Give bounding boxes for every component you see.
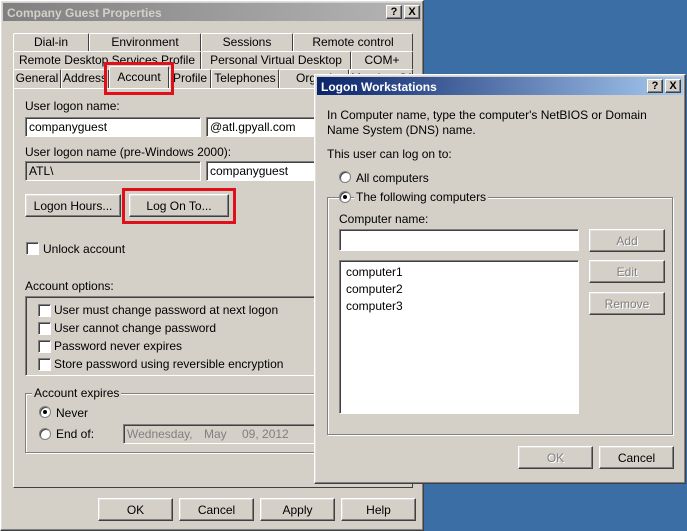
tab-telephones[interactable]: Telephones: [211, 69, 279, 88]
domain-dropdown[interactable]: @atl.gpyall.com: [206, 117, 316, 137]
tab-environment[interactable]: Environment: [89, 33, 201, 51]
user-logon-input[interactable]: companyguest: [25, 117, 201, 137]
tab-general[interactable]: General: [13, 69, 61, 88]
option-reversible-checkbox[interactable]: [38, 358, 51, 371]
unlock-checkbox[interactable]: [26, 242, 39, 255]
tab-dial-in[interactable]: Dial-in: [13, 33, 89, 51]
list-item[interactable]: computer2: [346, 281, 572, 298]
computer-name-label: Computer name:: [339, 212, 429, 226]
option-cannot-change-checkbox[interactable]: [38, 322, 51, 335]
workstations-title: Logon Workstations: [321, 80, 437, 94]
tab-remote-control[interactable]: Remote control: [293, 33, 413, 51]
workstations-description: In Computer name, type the computer's Ne…: [327, 108, 647, 137]
props-help-button[interactable]: Help: [341, 498, 416, 521]
pre2000-user-input[interactable]: companyguest: [206, 161, 316, 181]
endof-radio[interactable]: [39, 428, 51, 440]
computer-name-input[interactable]: [339, 229, 579, 251]
close-title-button[interactable]: X: [404, 5, 420, 19]
add-button[interactable]: Add: [589, 229, 665, 252]
never-label: Never: [56, 406, 89, 420]
tab-profile[interactable]: Profile: [169, 69, 211, 88]
workstations-help-title-button[interactable]: ?: [647, 79, 663, 93]
option-never-expires-checkbox[interactable]: [38, 340, 51, 353]
following-computers-radio[interactable]: [339, 191, 351, 203]
workstations-cancel-button[interactable]: Cancel: [599, 446, 674, 469]
can-logon-label: This user can log on to:: [327, 147, 452, 161]
pre2000-label: User logon name (pre-Windows 2000):: [25, 145, 232, 159]
edit-button[interactable]: Edit: [589, 260, 665, 283]
workstations-close-title-button[interactable]: X: [665, 79, 681, 93]
all-computers-radio[interactable]: [339, 171, 351, 183]
props-cancel-button[interactable]: Cancel: [179, 498, 254, 521]
account-tab-highlight: [104, 62, 174, 95]
unlock-label: Unlock account: [43, 242, 126, 256]
pre2000-domain-field: ATL\: [25, 161, 201, 181]
workstations-ok-button[interactable]: OK: [518, 446, 593, 469]
all-computers-label: All computers: [356, 171, 429, 185]
workstations-titlebar[interactable]: Logon Workstations ? X: [317, 77, 683, 95]
list-item[interactable]: computer1: [346, 264, 572, 281]
props-ok-button[interactable]: OK: [98, 498, 173, 521]
option-change-password-label: User must change password at next logon: [54, 303, 279, 317]
tab-personal-virtual-desktop[interactable]: Personal Virtual Desktop: [201, 51, 351, 69]
tab-address[interactable]: Address: [61, 69, 109, 88]
list-item[interactable]: computer3: [346, 298, 572, 315]
account-options-label: Account options:: [25, 279, 114, 293]
option-never-expires-label: Password never expires: [54, 339, 183, 353]
option-reversible-label: Store password using reversible encrypti…: [54, 357, 284, 371]
following-computers-label: The following computers: [354, 190, 489, 204]
account-expires-group: [25, 393, 325, 453]
endof-month: May: [204, 427, 227, 441]
endof-date-picker: Wednesday, May 09, 2012: [123, 424, 323, 444]
properties-titlebar[interactable]: Company Guest Properties ? X: [3, 3, 421, 21]
props-apply-button[interactable]: Apply: [260, 498, 335, 521]
properties-title: Company Guest Properties: [7, 6, 162, 20]
help-title-button[interactable]: ?: [386, 5, 402, 19]
tab-com-plus[interactable]: COM+: [351, 51, 413, 69]
remove-button[interactable]: Remove: [589, 292, 665, 315]
user-logon-label: User logon name:: [25, 99, 120, 113]
option-change-password-checkbox[interactable]: [38, 304, 51, 317]
option-cannot-change-label: User cannot change password: [54, 321, 217, 335]
endof-day-year: 09, 2012: [242, 427, 289, 441]
tab-sessions[interactable]: Sessions: [201, 33, 293, 51]
never-radio[interactable]: [39, 406, 51, 418]
endof-weekday: Wednesday,: [127, 427, 193, 441]
account-expires-label: Account expires: [32, 386, 122, 400]
log-on-to-highlight: [122, 188, 236, 224]
logon-workstations-dialog: Logon Workstations ? X In Computer name,…: [314, 74, 686, 484]
logon-hours-button[interactable]: Logon Hours...: [25, 194, 121, 217]
computers-listbox[interactable]: computer1 computer2 computer3: [339, 260, 579, 414]
endof-label: End of:: [56, 427, 95, 441]
